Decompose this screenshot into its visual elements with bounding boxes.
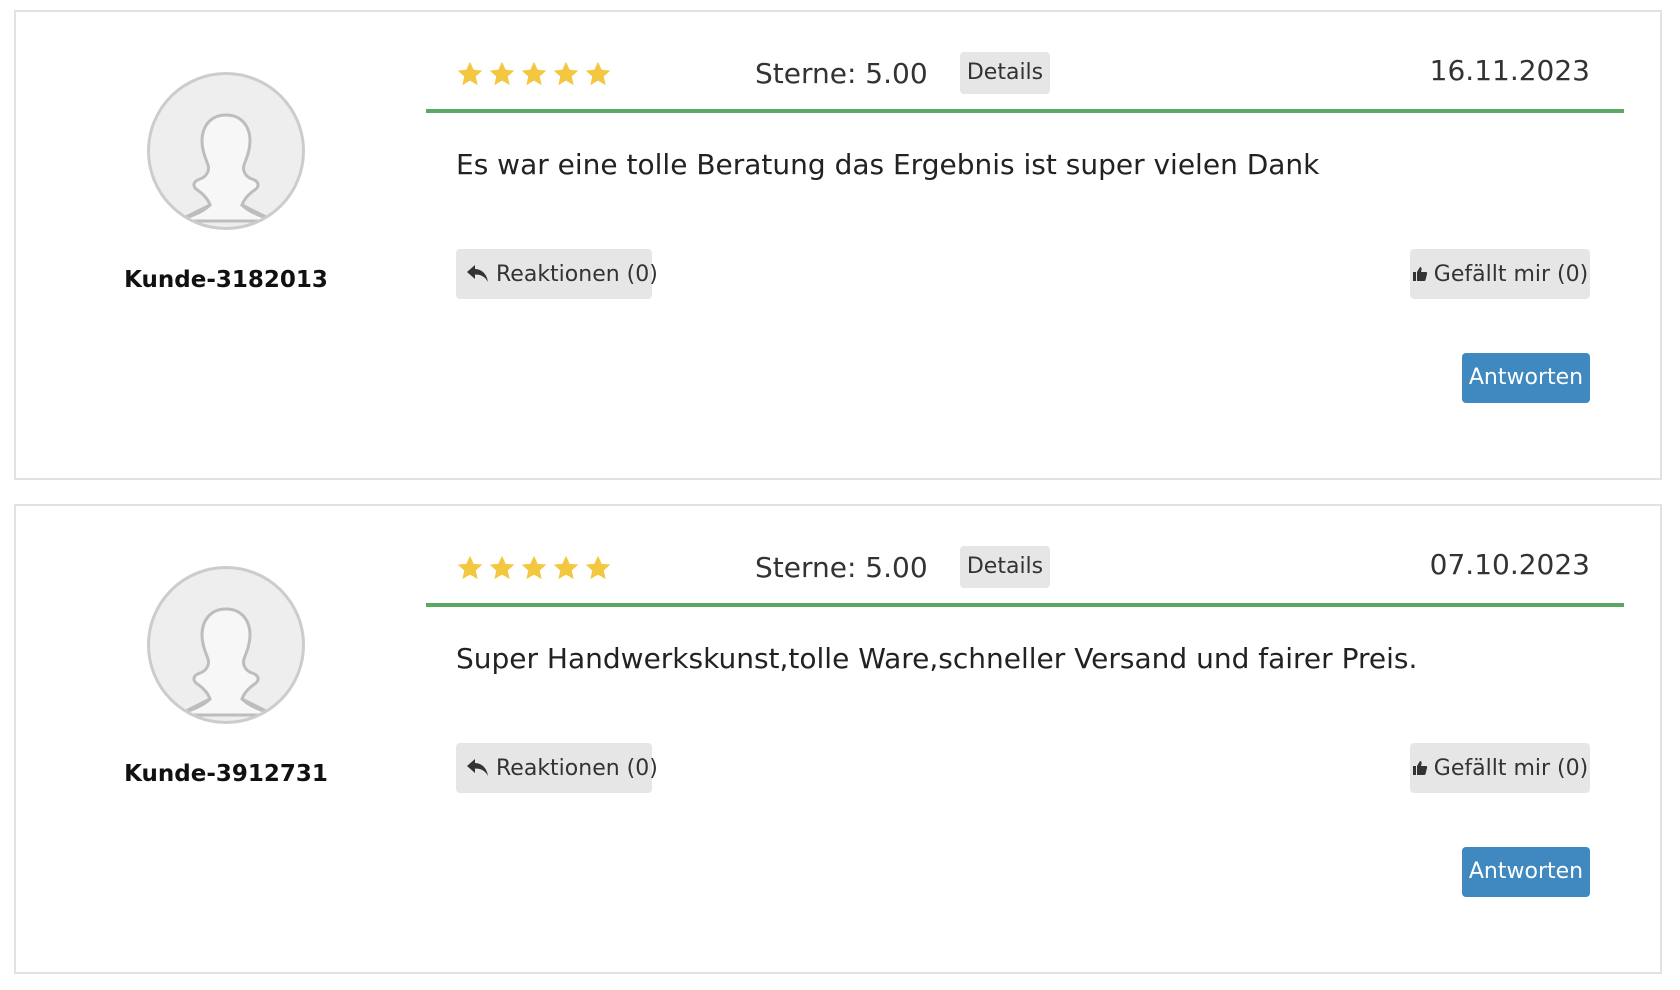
details-button[interactable]: Details [960, 52, 1050, 94]
reactions-label: Reaktionen (0) [496, 261, 658, 287]
details-button[interactable]: Details [960, 546, 1050, 588]
star-icon [585, 555, 611, 580]
review-text: Es war eine tolle Beratung das Ergebnis … [456, 148, 1320, 181]
review-text: Super Handwerkskunst,tolle Ware,schnelle… [456, 642, 1418, 675]
star-icon [489, 555, 515, 580]
review-date: 07.10.2023 [1429, 548, 1590, 581]
thumbs-up-icon [1412, 761, 1427, 775]
star-icon [489, 61, 515, 86]
like-button[interactable]: Gefällt mir (0) [1410, 743, 1590, 793]
reviewer-name: Kunde-3182013 [124, 267, 328, 293]
star-rating [456, 60, 612, 88]
star-icon [521, 555, 547, 580]
review-date: 16.11.2023 [1429, 54, 1590, 87]
reactions-button[interactable]: Reaktionen (0) [456, 743, 658, 793]
reply-button[interactable]: Antworten [1462, 353, 1590, 403]
avatar-icon [147, 566, 305, 724]
like-button[interactable]: Gefällt mir (0) [1410, 249, 1590, 299]
reactions-label: Reaktionen (0) [496, 755, 658, 781]
star-icon [553, 61, 579, 86]
star-icon [457, 61, 483, 86]
star-icon [521, 61, 547, 86]
star-rating [456, 554, 612, 582]
star-score: Sterne: 5.00 [755, 551, 928, 584]
star-score: Sterne: 5.00 [755, 57, 928, 90]
reactions-button[interactable]: Reaktionen (0) [456, 249, 658, 299]
reply-arrow-icon [467, 759, 488, 776]
thumbs-up-icon [1412, 267, 1427, 281]
like-label: Gefällt mir (0) [1433, 261, 1589, 287]
star-icon [585, 61, 611, 86]
reply-button[interactable]: Antworten [1462, 847, 1590, 897]
review-card: Kunde-3912731 Sterne: 5.00 Details 07.10… [14, 504, 1662, 974]
avatar-icon [147, 72, 305, 230]
review-card: Kunde-3182013 Sterne: 5.00 Details 16.11… [14, 10, 1662, 480]
like-label: Gefällt mir (0) [1433, 755, 1589, 781]
rating-divider [426, 603, 1624, 607]
rating-divider [426, 109, 1624, 113]
star-icon [553, 555, 579, 580]
reply-arrow-icon [467, 265, 488, 282]
star-icon [457, 555, 483, 580]
reviewer-name: Kunde-3912731 [124, 761, 328, 787]
